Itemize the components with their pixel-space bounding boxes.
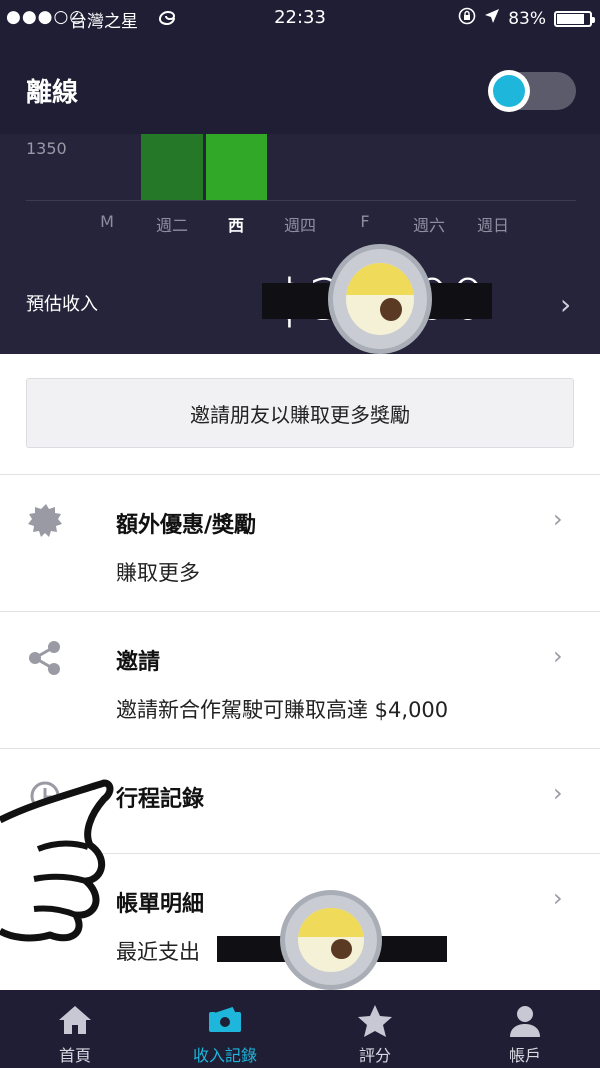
status-bar: ●●●○○ 台灣之星 22:33 83% <box>0 0 600 36</box>
header: 離線 <box>0 36 600 134</box>
tab-earnings[interactable]: 收入記錄 <box>150 990 300 1068</box>
rotation-lock-icon <box>458 7 476 30</box>
earnings-chart: 1350 M 週二 西 週四 F 週六 週日 預估收入 $3 3.00 › <box>0 134 600 354</box>
y-tick-label: 1350 <box>26 139 67 158</box>
toggle-knob <box>488 70 530 112</box>
bar-wednesday[interactable] <box>206 134 267 200</box>
estimated-income-label: 預估收入 <box>26 294 98 315</box>
tab-label: 收入記錄 <box>192 1046 257 1065</box>
pointing-hand-icon <box>0 775 116 949</box>
chart-axis <box>26 200 576 201</box>
location-arrow-icon <box>484 8 500 29</box>
day-label[interactable]: F <box>343 212 387 231</box>
chevron-right-icon: › <box>553 505 563 533</box>
day-label[interactable]: 週二 <box>150 212 194 236</box>
chevron-right-icon: › <box>553 779 563 807</box>
online-toggle[interactable] <box>488 70 576 112</box>
tab-label: 評分 <box>358 1046 391 1065</box>
list-item-promotions[interactable]: 額外優惠/獎勵 賺取更多 › <box>0 475 600 611</box>
chevron-right-icon: › <box>553 642 563 670</box>
chevron-right-icon: › <box>553 884 563 912</box>
person-icon <box>508 1004 542 1042</box>
home-icon <box>57 1004 93 1040</box>
tab-label: 帳戶 <box>508 1046 541 1065</box>
tab-bar: 首頁 收入記錄 評分 帳戶 <box>0 990 600 1068</box>
row-title: 邀請 <box>116 650 161 675</box>
invite-friends-button[interactable]: 邀請朋友以賺取更多獎勵 <box>26 378 574 448</box>
badge-icon <box>28 503 64 543</box>
row-subtitle: 賺取更多 <box>116 561 200 585</box>
invite-friends-label: 邀請朋友以賺取更多獎勵 <box>190 402 410 427</box>
bar-tuesday[interactable] <box>141 134 203 200</box>
share-icon <box>28 640 62 680</box>
row-title: 額外優惠/獎勵 <box>116 513 257 538</box>
minion-sticker <box>280 890 382 990</box>
chevron-right-icon[interactable]: › <box>560 288 571 321</box>
tab-rating[interactable]: 評分 <box>300 990 450 1068</box>
list-item-invite[interactable]: 邀請 邀請新合作駕駛可賺取高達 $4,000 › <box>0 612 600 748</box>
tab-home[interactable]: 首頁 <box>0 990 150 1068</box>
row-subtitle: 最近支出 <box>116 940 200 964</box>
star-icon <box>357 1004 393 1042</box>
status-right: 83% <box>458 7 595 30</box>
day-label[interactable]: 週四 <box>278 212 322 236</box>
page-title: 離線 <box>26 78 79 108</box>
minion-sticker <box>328 244 432 354</box>
day-label[interactable]: 週六 <box>407 212 451 236</box>
row-title: 行程記錄 <box>116 787 205 812</box>
cash-icon <box>207 1004 243 1038</box>
tab-account[interactable]: 帳戶 <box>450 990 600 1068</box>
row-title: 帳單明細 <box>116 892 205 917</box>
day-label[interactable]: M <box>85 212 129 231</box>
battery-icon <box>554 10 595 27</box>
battery-percent: 83% <box>508 8 546 29</box>
day-label[interactable]: 週日 <box>471 212 515 236</box>
tab-label: 首頁 <box>58 1046 91 1065</box>
day-label-active[interactable]: 西 <box>214 212 258 236</box>
row-subtitle: 邀請新合作駕駛可賺取高達 $4,000 <box>116 698 449 722</box>
